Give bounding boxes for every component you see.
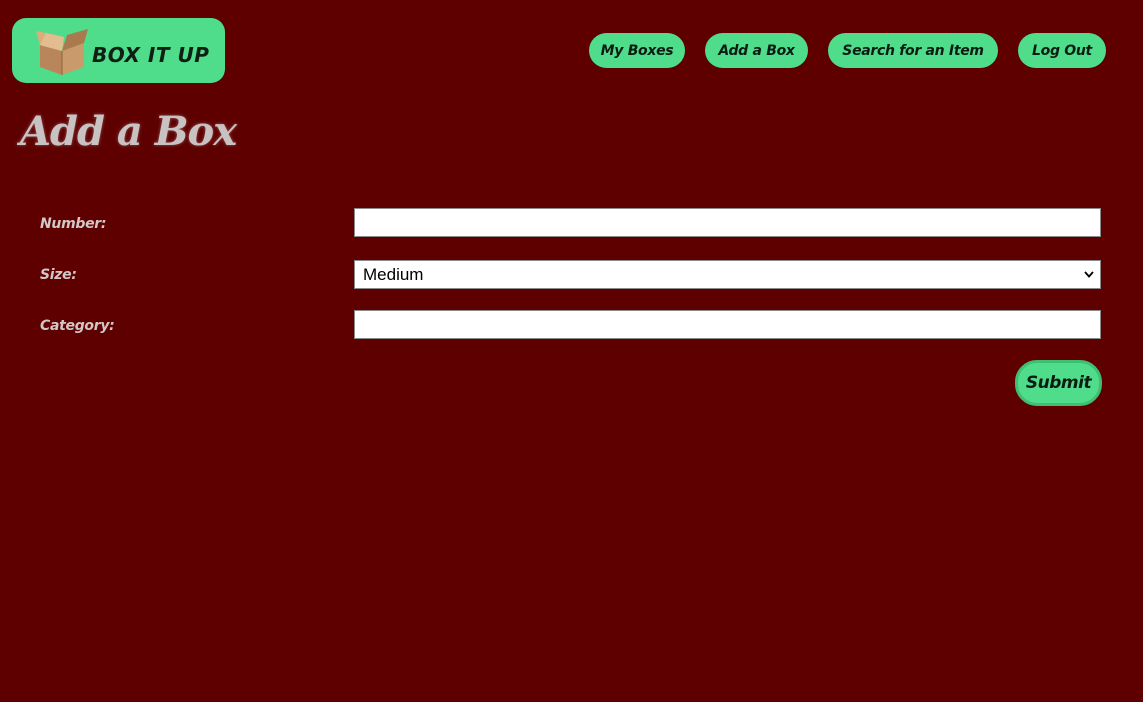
nav-logout[interactable]: Log Out xyxy=(1018,33,1106,68)
number-label: Number: xyxy=(40,216,107,232)
top-nav: My Boxes Add a Box Search for an Item Lo… xyxy=(0,33,1145,68)
category-label: Category: xyxy=(40,318,115,334)
size-selected-value: Medium xyxy=(363,264,424,284)
number-input[interactable] xyxy=(354,208,1101,237)
nav-search[interactable]: Search for an Item xyxy=(828,33,998,68)
chevron-down-icon xyxy=(1084,271,1094,278)
nav-add-box[interactable]: Add a Box xyxy=(705,33,808,68)
nav-my-boxes[interactable]: My Boxes xyxy=(589,33,685,68)
page-title: Add a Box xyxy=(20,108,237,155)
add-box-page: BOX IT UP My Boxes Add a Box Search for … xyxy=(0,0,1145,702)
size-select[interactable]: Medium xyxy=(354,260,1101,289)
submit-button[interactable]: Submit xyxy=(1015,360,1102,406)
category-input[interactable] xyxy=(354,310,1101,339)
size-label: Size: xyxy=(40,267,77,283)
